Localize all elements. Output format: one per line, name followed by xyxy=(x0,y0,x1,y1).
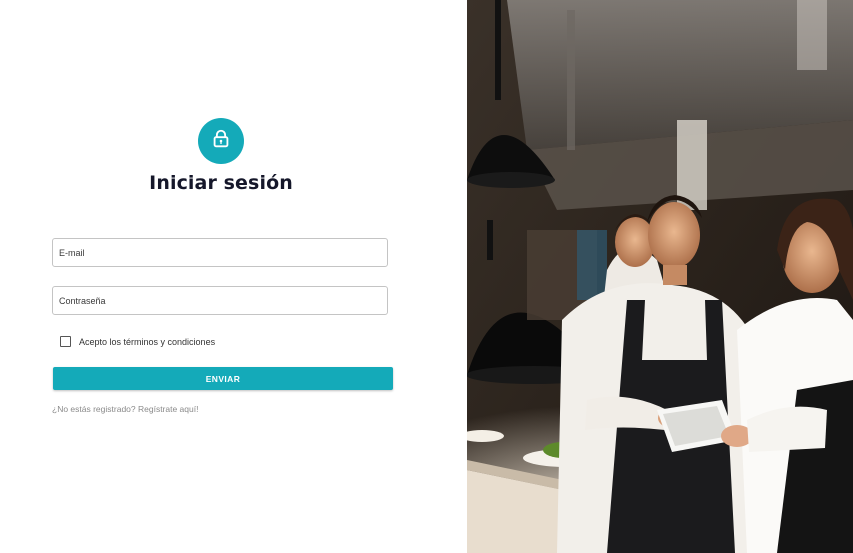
terms-label: Acepto los términos y condiciones xyxy=(79,336,216,347)
terms-row: Acepto los términos y condiciones xyxy=(60,336,215,347)
password-field-box xyxy=(52,286,388,315)
submit-button[interactable]: ENVIAR xyxy=(53,367,393,390)
page-title: Iniciar sesión xyxy=(149,172,293,194)
lock-badge xyxy=(198,118,244,164)
restaurant-staff-photo xyxy=(467,0,853,553)
password-field[interactable] xyxy=(53,287,387,314)
lock-icon xyxy=(210,128,232,155)
register-link[interactable]: ¿No estás registrado? Regístrate aquí! xyxy=(52,404,198,414)
login-panel: Iniciar sesión Acepto los términos y con… xyxy=(0,0,467,553)
terms-checkbox[interactable] xyxy=(60,336,71,347)
email-field[interactable] xyxy=(53,239,387,266)
email-field-box xyxy=(52,238,388,267)
login-page: Iniciar sesión Acepto los términos y con… xyxy=(0,0,853,553)
